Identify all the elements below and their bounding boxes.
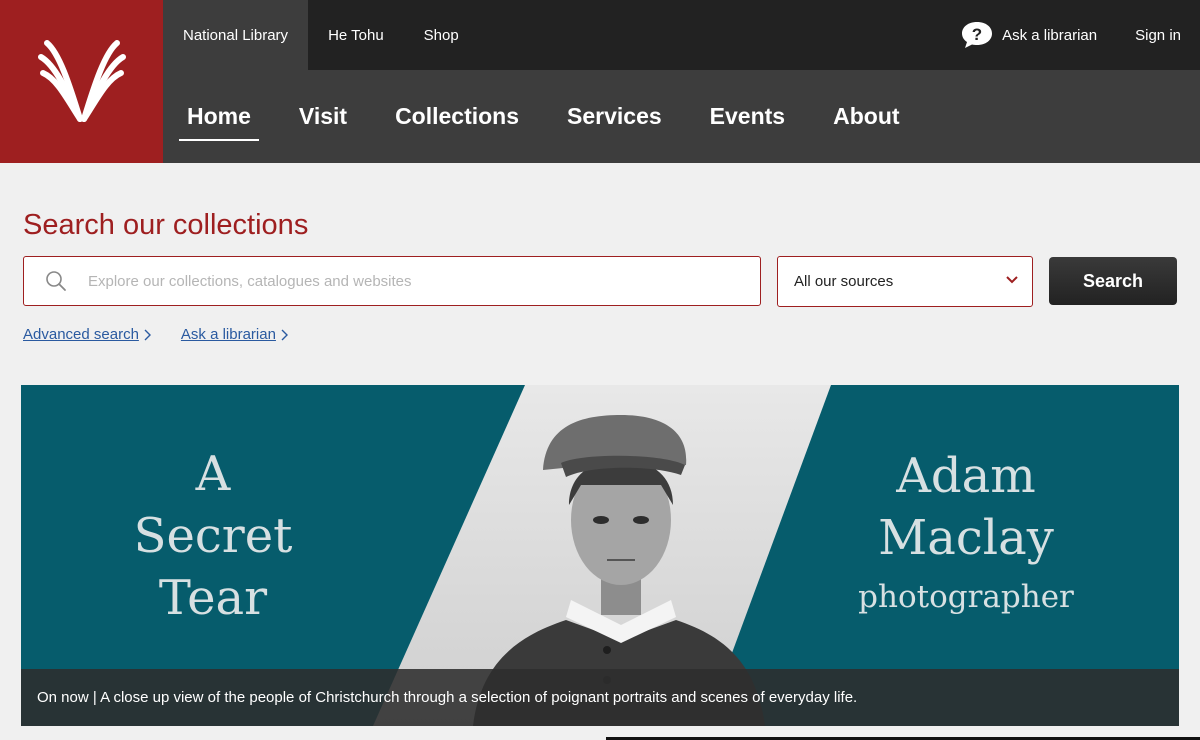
chevron-down-icon bbox=[1006, 276, 1018, 284]
search-input[interactable] bbox=[88, 272, 760, 290]
search-links: Advanced search Ask a librarian bbox=[23, 326, 288, 343]
nav-collections[interactable]: Collections bbox=[387, 95, 527, 138]
national-library-logo[interactable] bbox=[0, 0, 163, 163]
nav-events[interactable]: Events bbox=[702, 95, 793, 138]
utility-bar: National Library He Tohu Shop ? Ask a li… bbox=[163, 0, 1200, 70]
question-bubble-icon: ? bbox=[962, 22, 993, 48]
source-select-value: All our sources bbox=[794, 273, 894, 290]
source-select[interactable]: All our sources bbox=[777, 256, 1033, 307]
utility-link-shop[interactable]: Shop bbox=[404, 0, 479, 70]
ask-librarian-label: Ask a librarian bbox=[1002, 26, 1098, 44]
photographer-name-line: Maclay bbox=[878, 510, 1054, 566]
nav-home[interactable]: Home bbox=[179, 95, 259, 141]
chevron-right-icon bbox=[281, 329, 288, 340]
utility-link-he-tohu[interactable]: He Tohu bbox=[308, 0, 404, 70]
nav-visit[interactable]: Visit bbox=[291, 95, 355, 138]
sign-in-link[interactable]: Sign in bbox=[1135, 27, 1181, 44]
exhibition-banner[interactable]: A Secret Tear Adam Maclay photographer O… bbox=[21, 385, 1179, 726]
banner-title-line: Secret bbox=[133, 508, 293, 564]
nav-services[interactable]: Services bbox=[559, 95, 670, 138]
banner-title-line: A bbox=[195, 446, 231, 502]
banner-caption: On now | A close up view of the people o… bbox=[21, 669, 1179, 726]
ask-librarian-search-label: Ask a librarian bbox=[180, 326, 276, 343]
advanced-search-label: Advanced search bbox=[23, 326, 139, 343]
banner-title-line: Tear bbox=[158, 570, 268, 626]
book-logo-icon bbox=[37, 39, 126, 122]
banner-left-title: A Secret Tear bbox=[113, 443, 313, 629]
search-icon bbox=[24, 270, 88, 292]
ask-librarian-search-link[interactable]: Ask a librarian bbox=[181, 326, 288, 343]
search-button[interactable]: Search bbox=[1049, 257, 1177, 305]
search-box bbox=[23, 256, 761, 306]
utility-link-national-library[interactable]: National Library bbox=[163, 0, 309, 70]
nav-about[interactable]: About bbox=[825, 95, 907, 138]
photographer-name-line: Adam bbox=[896, 448, 1036, 504]
banner-right-title: Adam Maclay photographer bbox=[851, 445, 1081, 615]
chevron-right-icon bbox=[144, 329, 151, 340]
search-title: Search our collections bbox=[23, 209, 309, 241]
svg-text:?: ? bbox=[972, 25, 982, 44]
advanced-search-link[interactable]: Advanced search bbox=[23, 326, 151, 343]
ask-librarian-link[interactable]: ? Ask a librarian bbox=[960, 20, 1097, 50]
photographer-role: photographer bbox=[858, 579, 1074, 615]
main-navigation: Home Visit Collections Services Events A… bbox=[163, 70, 1200, 163]
